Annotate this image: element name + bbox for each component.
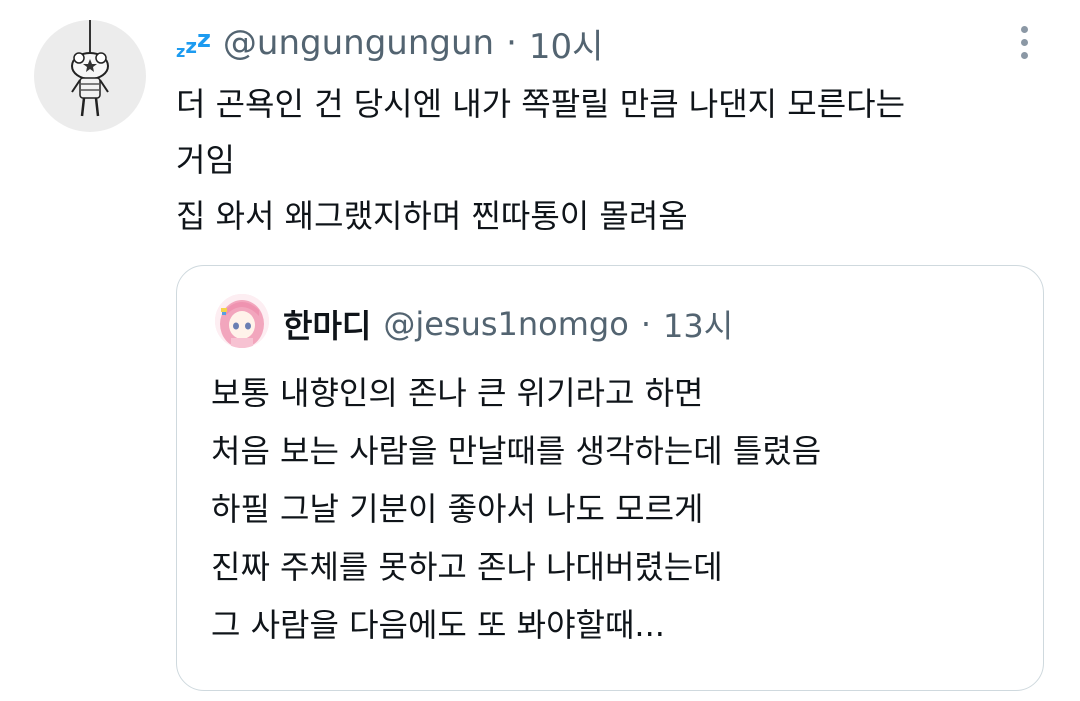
more-options-icon[interactable]: [1014, 26, 1034, 62]
tweet-text: 더 곤욕인 건 당시엔 내가 쪽팔릴 만큼 나댄지 모른다는 거임 집 와서 왜…: [176, 85, 906, 235]
quoted-text: 보통 내향인의 존나 큰 위기라고 하면 처음 보는 사람을 만날때를 생각하는…: [211, 374, 822, 644]
separator-dot: ·: [506, 23, 517, 63]
quoted-display-name[interactable]: 한마디: [283, 301, 371, 347]
frog-character-icon: [71, 20, 109, 117]
quoted-timestamp[interactable]: 13시: [663, 301, 733, 347]
quoted-header: 한마디 @jesus1nomgo · 13시: [283, 302, 733, 346]
tweet[interactable]: zzz @ungungungun · 10시 더 곤욕인 건 당시엔 내가 쪽팔…: [0, 0, 1080, 701]
tweet-header: zzz @ungungungun · 10시: [176, 19, 604, 68]
quoted-handle[interactable]: @jesus1nomgo: [383, 305, 628, 343]
quoted-avatar[interactable]: [215, 294, 269, 348]
timestamp[interactable]: 10시: [529, 19, 604, 68]
author-handle[interactable]: @ungungungun: [223, 23, 494, 63]
avatar[interactable]: [34, 20, 146, 132]
pink-hair-girl-icon: [215, 294, 269, 348]
zzz-icon: zzz: [176, 25, 211, 61]
quoted-tweet[interactable]: 한마디 @jesus1nomgo · 13시 보통 내향인의 존나 큰 위기라고…: [176, 265, 1044, 691]
quoted-separator-dot: ·: [640, 305, 651, 343]
